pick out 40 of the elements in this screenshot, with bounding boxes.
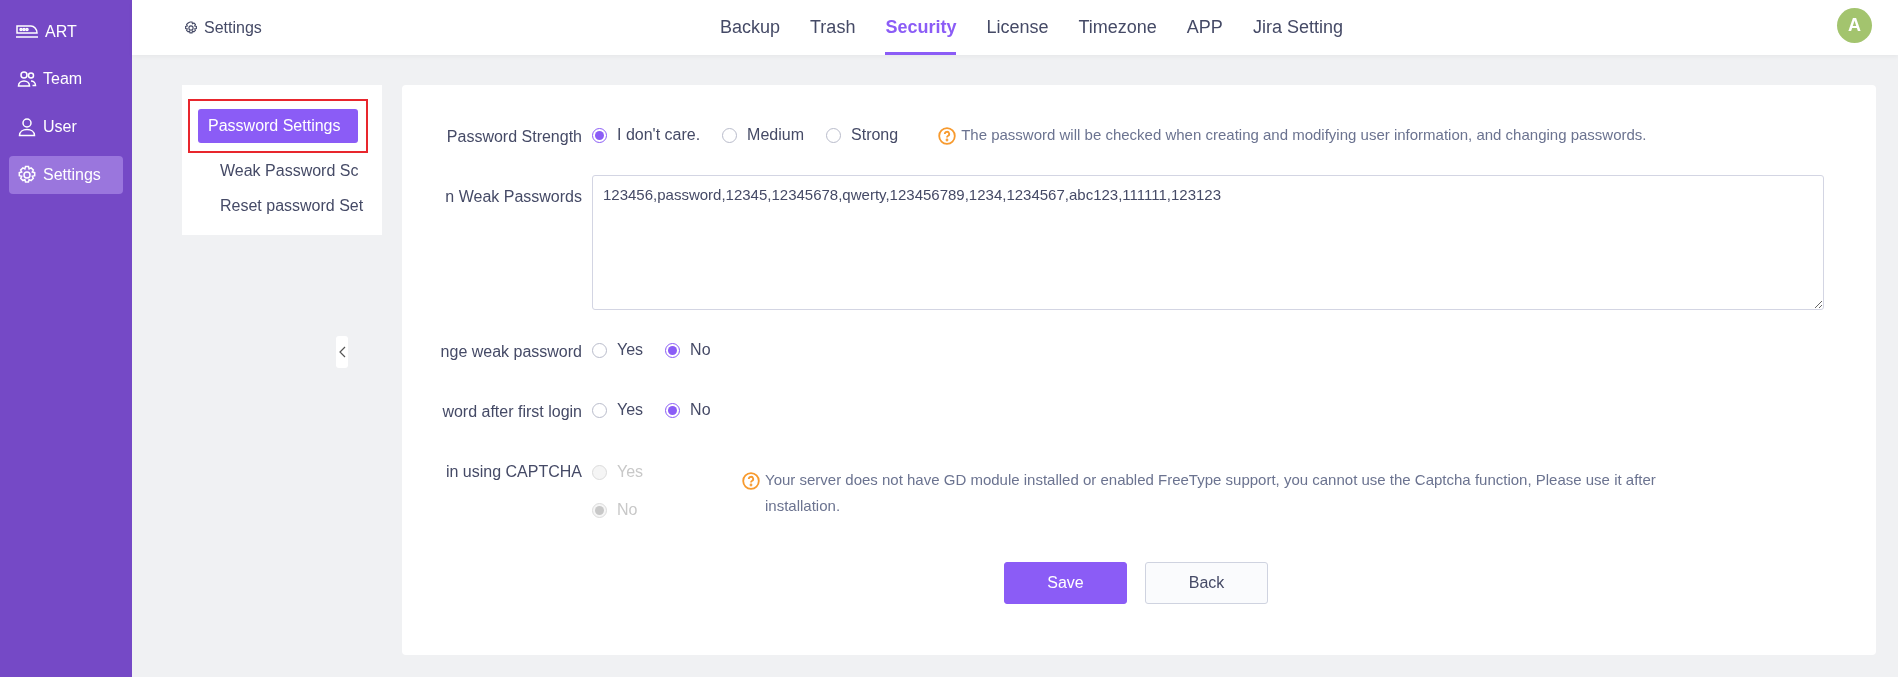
sidebar-item[interactable]: Team	[9, 60, 123, 98]
subnav-item[interactable]: Reset password Set	[220, 193, 364, 218]
tab[interactable]: Security	[885, 0, 957, 55]
radio-label: Medium	[747, 125, 804, 145]
settings-icon	[184, 21, 198, 35]
save-button[interactable]: Save	[1004, 562, 1127, 604]
help-text: Your server does not have GD module installed or enabled FreeType support, you cannot use the Captcha function, Please use it after installation.	[765, 470, 1657, 516]
radio-label: Yes	[617, 340, 644, 360]
train-icon	[15, 23, 39, 41]
tab[interactable]: Timezone	[1078, 0, 1157, 55]
collapse-handle[interactable]	[336, 336, 348, 368]
back-button[interactable]: Back	[1145, 562, 1268, 604]
tab[interactable]: License	[986, 0, 1049, 55]
settings-icon	[17, 165, 37, 185]
brand-name: ART	[45, 22, 77, 42]
tab[interactable]: APP	[1186, 0, 1223, 55]
field-label: word after first login	[442, 402, 582, 422]
field-label: Password Strength	[446, 127, 582, 147]
help-text: The password will be checked when creating and modifying user information, and changing passwords.	[961, 125, 1647, 145]
radio-label: No	[690, 400, 711, 420]
radio-label: No	[690, 340, 711, 360]
field-label: nge weak password	[440, 342, 582, 362]
help-icon	[742, 472, 760, 490]
tab[interactable]: Backup	[720, 0, 781, 55]
text-area[interactable]: 123456,password,12345,12345678,qwerty,123456789,1234,1234567,abc123,111111,123123	[592, 175, 1824, 310]
help-icon	[938, 127, 957, 145]
field-label: in using CAPTCHA	[445, 462, 582, 482]
tab[interactable]: Jira Setting	[1252, 0, 1343, 55]
breadcrumb: Settings	[204, 18, 262, 38]
chevron-left-icon	[338, 346, 346, 358]
subnav-item[interactable]: Password Settings	[198, 109, 358, 143]
radio-label: Strong	[851, 125, 899, 145]
radio-label: Yes	[617, 400, 644, 420]
subnav-item[interactable]: Weak Password Sc	[220, 158, 359, 183]
tab[interactable]: Trash	[810, 0, 856, 55]
user-icon	[17, 117, 37, 137]
field-label: n Weak Passwords	[445, 187, 582, 207]
team-icon	[17, 69, 37, 89]
sidebar-item[interactable]: User	[9, 108, 123, 146]
radio-label: I don't care.	[617, 125, 701, 145]
